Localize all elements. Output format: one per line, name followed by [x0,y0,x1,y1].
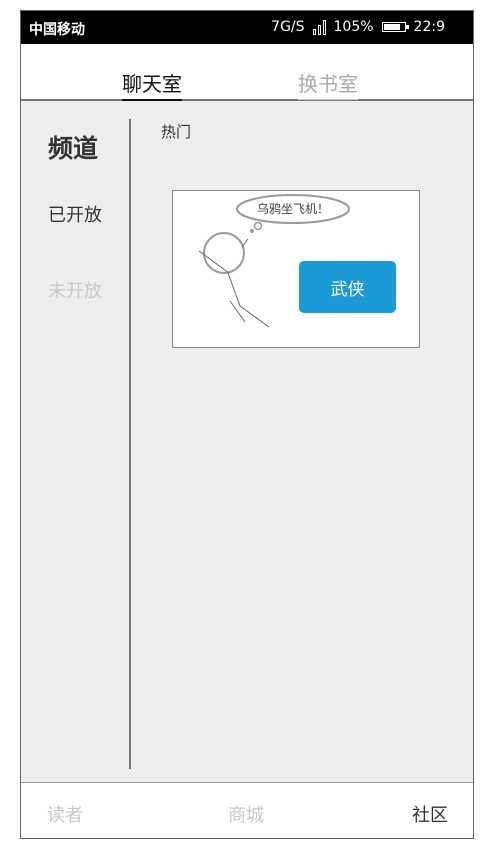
channel-title: 频道 [48,134,99,163]
bottom-nav: 读者 商城 社区 [21,782,473,838]
channel-item-open[interactable]: 已开放 [48,201,102,227]
battery-icon [381,22,409,32]
main-content: 频道 已开放 未开放 热门 乌鸦坐飞机！ 武侠 [21,101,473,785]
figure-leg-right [239,305,270,328]
signal-icon [312,19,326,35]
carrier-name: 中国移动 [29,22,85,38]
status-bar: 中国移动 7G/S 105% 22:9 [21,11,473,44]
figure-body [227,272,241,307]
status-indicators: 7G/S 105% 22:9 [271,19,445,35]
figure-head [203,232,245,274]
phone-frame: 中国移动 7G/S 105% 22:9 聊天室 换书室 频道 已开放 未开放 热… [20,10,474,839]
tab-bar: 聊天室 换书室 [21,44,473,101]
nav-reader[interactable]: 读者 [47,801,83,827]
thought-dot-small [250,229,254,233]
figure-arm-right [241,238,249,248]
wuxia-button[interactable]: 武侠 [299,261,396,313]
hot-card: 乌鸦坐飞机！ 武侠 [172,190,420,348]
nav-shop[interactable]: 商城 [228,801,264,827]
nav-community[interactable]: 社区 [412,801,448,827]
thought-dot-large [253,221,263,231]
figure-leg-left [229,300,246,323]
speech-bubble-text: 乌鸦坐飞机！ [256,202,329,216]
channel-item-closed[interactable]: 未开放 [48,277,102,303]
network-speed: 7G/S [271,19,305,35]
sidebar-divider [129,119,131,769]
tab-chat-room[interactable]: 聊天室 [122,68,182,101]
clock: 22:9 [413,19,445,35]
tab-book-exchange[interactable]: 换书室 [298,68,358,100]
hot-section-label: 热门 [161,123,192,141]
battery-percent: 105% [333,19,374,35]
